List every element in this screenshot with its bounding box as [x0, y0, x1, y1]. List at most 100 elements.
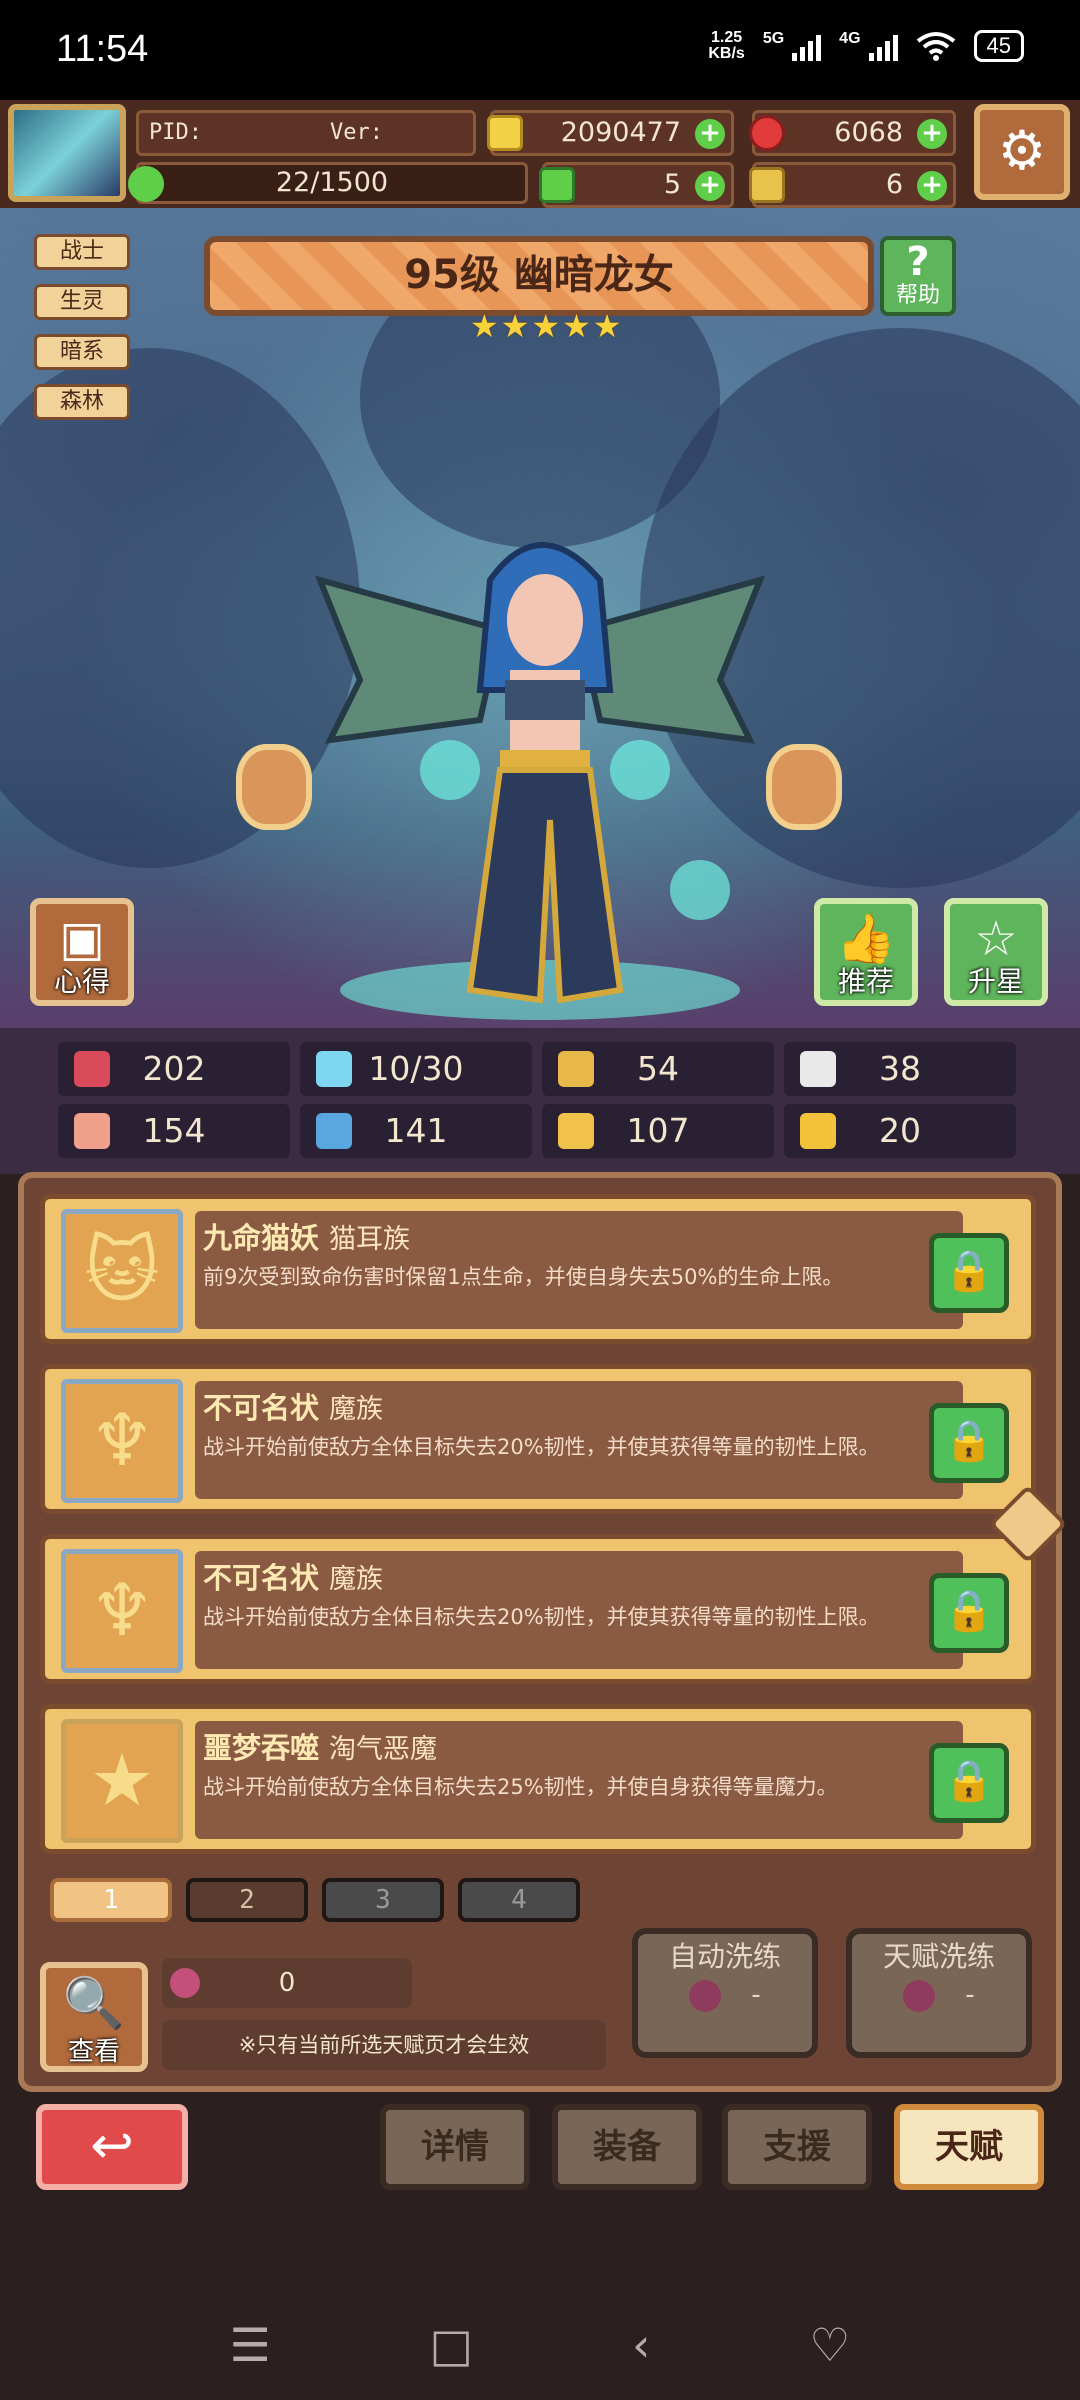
player-id-box: PID: 433672 Ver: 1.0.0.8 [136, 110, 476, 185]
talent-lock-button[interactable]: 🔒 [929, 1233, 1009, 1313]
talent-name: 不可名状 魔族 [203, 1561, 384, 1595]
tab-support[interactable]: 支援 [722, 2104, 872, 2190]
home-icon[interactable]: □ [430, 2318, 473, 2372]
gem-amount: 6068 [834, 117, 903, 148]
talent-page-2[interactable]: 2 [186, 1878, 308, 1922]
status-time: 11:54 [56, 28, 149, 70]
upstar-label: 升星 [967, 965, 1024, 998]
talent-lock-button[interactable]: 🔒 [929, 1403, 1009, 1483]
stat-defense: 54 [542, 1042, 774, 1096]
battery-indicator: 45 [973, 30, 1024, 62]
clover-resource: 5 + [539, 162, 734, 208]
stat-magic: 141 [300, 1104, 532, 1158]
status-bar: 11:54 1.25 KB/s 5G 4G 45 [0, 0, 1080, 100]
talent-card-4[interactable]: ★ 噩梦吞噬 淘气恶魔 战斗开始前使敌方全体目标失去25%韧性，并使自身获得等量魔… [40, 1704, 1036, 1854]
view-label: 查看 [67, 2037, 120, 2067]
talent-page-1[interactable]: 1 [50, 1878, 172, 1922]
exp-bar: 22/1500 [136, 162, 528, 204]
key-resource: 6 + [749, 162, 956, 208]
player-avatar[interactable] [8, 104, 126, 202]
magnet-icon [800, 1113, 836, 1149]
signal-4g-label: 4G [839, 30, 861, 47]
talent-lock-button[interactable]: 🔒 [929, 1573, 1009, 1653]
lock-icon: 🔒 [944, 1418, 994, 1464]
tab-equipment[interactable]: 装备 [552, 2104, 702, 2190]
talent-desc: 前9次受到致命伤害时保留1点生命，并使自身失去50%的生命上限。 [203, 1265, 844, 1289]
talent-name: 不可名状 魔族 [203, 1391, 384, 1425]
hero-tag-element[interactable]: 暗系 [34, 334, 130, 370]
berry-icon [170, 1968, 200, 1998]
tab-details[interactable]: 详情 [380, 2104, 530, 2190]
recommend-label: 推荐 [837, 965, 894, 998]
hero-star-rating: ★ ★ ★ ★ ★ [470, 310, 621, 342]
talent-desc: 战斗开始前使敌方全体目标失去20%韧性，并使其获得等量的韧性上限。 [203, 1605, 880, 1629]
help-button[interactable]: ? 帮助 [880, 236, 956, 316]
hero-title: 95级 幽暗龙女 [204, 236, 874, 316]
talent-page-tabs: 1 2 3 4 [50, 1878, 580, 1922]
talent-card-1[interactable]: 🐱 九命猫妖 猫耳族 前9次受到致命伤害时保留1点生命，并使自身失去50%的生命上… [40, 1194, 1036, 1344]
add-key-button[interactable]: + [917, 171, 947, 201]
talent-race: 猫耳族 [329, 1224, 411, 1255]
back-arrow-icon: ↩ [90, 2116, 134, 2176]
recommend-button[interactable]: 👍 推荐 [814, 898, 918, 1006]
gold-amount: 2090477 [560, 117, 681, 148]
back-button[interactable]: ↩ [36, 2104, 188, 2190]
star-icon: ★ [61, 1719, 183, 1843]
cat-icon: 🐱 [61, 1209, 183, 1333]
view-button[interactable]: 🔍 查看 [40, 1962, 148, 2072]
talent-desc: 战斗开始前使敌方全体目标失去20%韧性，并使其获得等量的韧性上限。 [203, 1435, 880, 1459]
star-icon: ★ [470, 307, 499, 345]
talent-card-3[interactable]: ♆ 不可名状 魔族 战斗开始前使敌方全体目标失去20%韧性，并使其获得等量的韧性上… [40, 1534, 1036, 1684]
lock-icon: 🔒 [944, 1758, 994, 1804]
talent-lock-button[interactable]: 🔒 [929, 1743, 1009, 1823]
hero-tag-class[interactable]: 战士 [34, 234, 130, 270]
stat-speed: 38 [784, 1042, 1016, 1096]
upstar-button[interactable]: ☆ 升星 [944, 898, 1048, 1006]
talent-page-4[interactable]: 4 [458, 1878, 580, 1922]
wing-icon [800, 1051, 836, 1087]
add-gold-button[interactable]: + [695, 119, 725, 149]
hero-sprite[interactable] [300, 520, 780, 1020]
assistant-icon[interactable]: ♡ [809, 2318, 850, 2372]
add-gem-button[interactable]: + [917, 119, 947, 149]
insight-button[interactable]: ▣ 心得 [30, 898, 134, 1006]
system-navigation: ☰ □ ‹ ♡ [0, 2290, 1080, 2400]
clover-amount: 5 [663, 169, 681, 200]
exp-text: 22/1500 [275, 167, 389, 198]
key-icon [749, 167, 785, 203]
hero-tag-terrain[interactable]: 森林 [34, 384, 130, 420]
stat-agility: 107 [542, 1104, 774, 1158]
signal-icon-2 [868, 31, 898, 61]
star-icon: ★ [531, 307, 561, 345]
star-icon: ★ [592, 307, 622, 345]
lock-icon: 🔒 [944, 1248, 994, 1294]
magnifier-icon: 🔍 [62, 1974, 126, 2032]
talent-name: 噩梦吞噬 淘气恶魔 [203, 1731, 438, 1765]
talent-page-3[interactable]: 3 [322, 1878, 444, 1922]
stat-mana: 10/30 [300, 1042, 532, 1096]
stat-hp: 202 [58, 1042, 290, 1096]
talent-refine-button[interactable]: 天赋洗练 - [846, 1928, 1032, 2058]
back-icon[interactable]: ‹ [632, 2318, 650, 2372]
berry-icon [903, 1980, 936, 2012]
add-clover-button[interactable]: + [695, 171, 725, 201]
status-icons: 1.25 KB/s 5G 4G 45 [708, 30, 1024, 62]
key-amount: 6 [885, 169, 903, 200]
gear-icon: ⚙ [997, 119, 1047, 182]
talent-card-2[interactable]: ♆ 不可名状 魔族 战斗开始前使敌方全体目标失去20%韧性，并使其获得等量的韧性上… [40, 1364, 1036, 1514]
auto-refine-button[interactable]: 自动洗练 - [632, 1928, 818, 2058]
ruby-icon [749, 115, 785, 151]
star-icon: ★ [500, 307, 530, 345]
exp-clover-icon [128, 166, 164, 202]
auto-refine-label: 自动洗练 [668, 1940, 781, 1973]
signal-5g-label: 5G [762, 30, 785, 47]
menu-icon[interactable]: ☰ [229, 2318, 270, 2372]
heart-icon [74, 1051, 110, 1087]
game-version: Ver: 1.0.0.8 [330, 120, 423, 185]
gold-coin-icon [487, 115, 523, 151]
settings-button[interactable]: ⚙ [974, 104, 1070, 200]
hero-tag-type[interactable]: 生灵 [34, 284, 130, 320]
berry-icon [689, 1980, 722, 2012]
tab-talent[interactable]: 天赋 [894, 2104, 1044, 2190]
demon-icon: ♆ [61, 1379, 183, 1503]
